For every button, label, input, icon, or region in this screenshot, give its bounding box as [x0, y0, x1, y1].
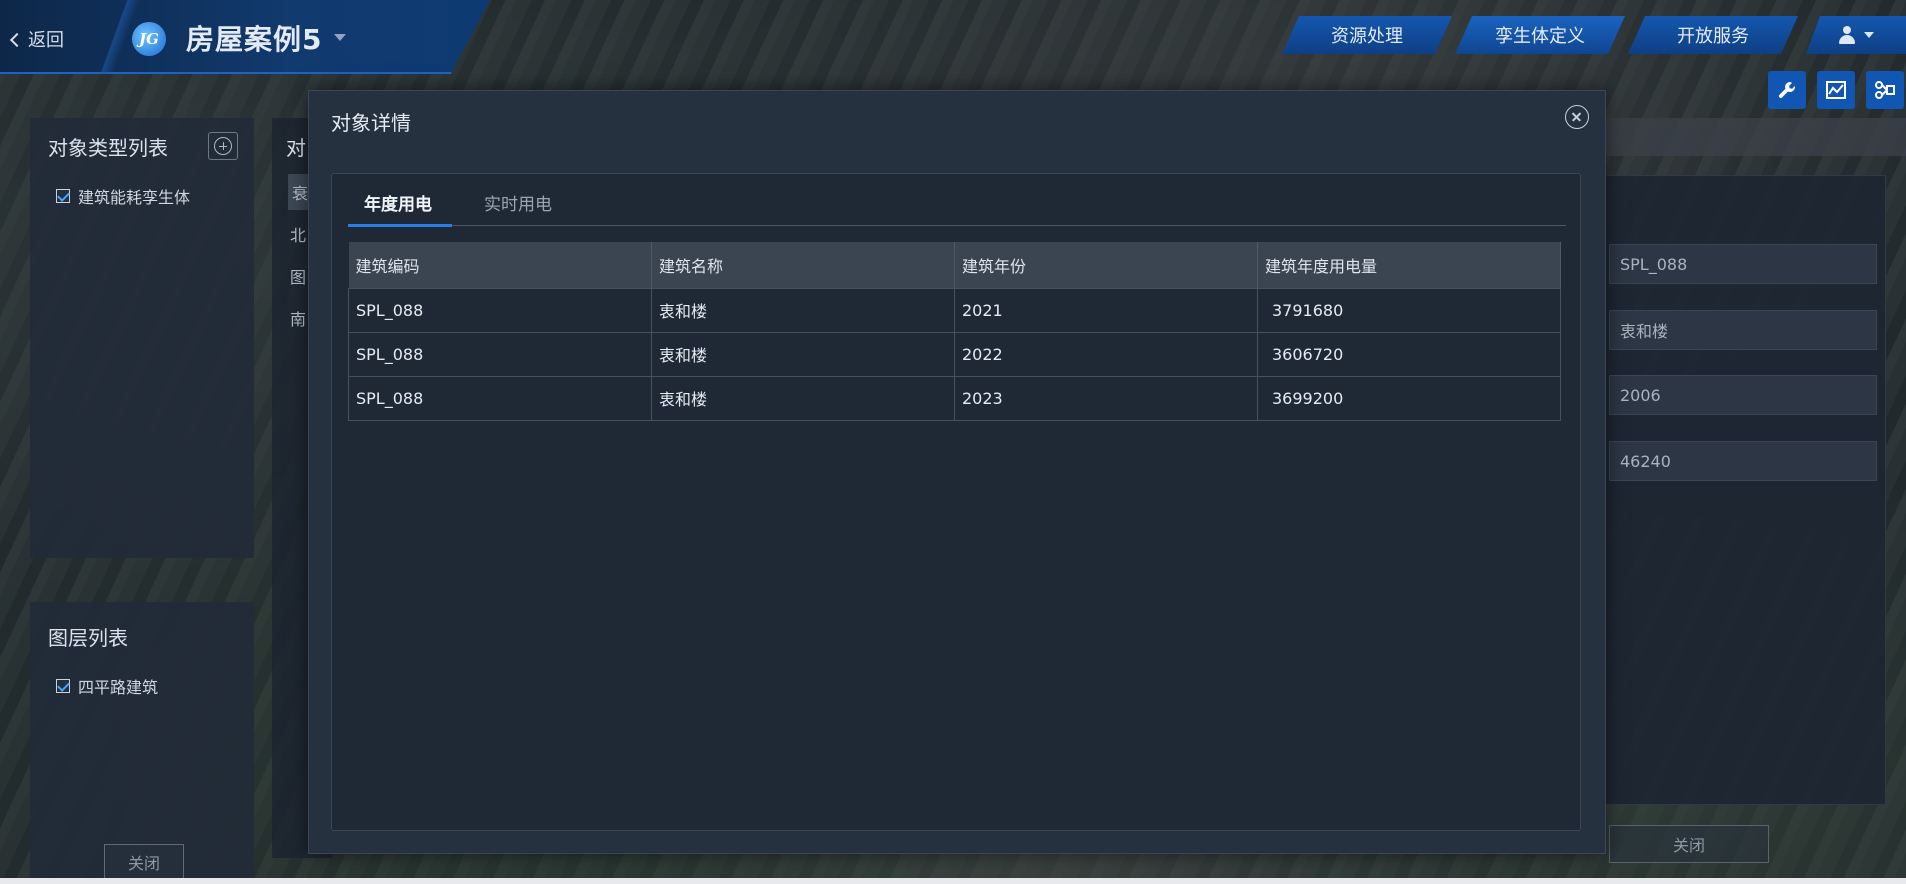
type-item[interactable]: 建筑能耗孪生体	[56, 184, 190, 208]
chevron-left-icon	[9, 32, 25, 47]
wrench-icon	[1778, 82, 1795, 98]
layer-item[interactable]: 四平路建筑	[56, 674, 158, 698]
nav-tab-twin-definition[interactable]: 孪生体定义	[1455, 16, 1625, 54]
table-cell: SPL_088	[348, 287, 652, 333]
table-row[interactable]: SPL_088 衷和楼 2023 3699200	[348, 375, 1561, 421]
back-label: 返回	[28, 30, 64, 51]
column-header: 建筑名称	[651, 242, 955, 288]
table-cell: 2023	[954, 375, 1258, 421]
list-item[interactable]: 图	[290, 264, 306, 288]
app-title[interactable]: 房屋案例5	[186, 18, 322, 58]
attribute-field[interactable]: 2006	[1609, 375, 1877, 415]
column-header: 建筑编码	[348, 242, 652, 288]
modal-content: 年度用电 实时用电 建筑编码 建筑名称 建筑年份 建筑年度用电量 SPL_088…	[331, 173, 1581, 831]
chart-button[interactable]	[1817, 71, 1855, 109]
table-cell: 衷和楼	[651, 375, 955, 421]
list-item[interactable]: 北	[290, 222, 306, 246]
chart-icon	[1826, 81, 1846, 99]
tab-bar: 年度用电 实时用电	[348, 174, 1566, 227]
app-logo-icon: JG	[132, 22, 166, 56]
table-header-row: 建筑编码 建筑名称 建筑年份 建筑年度用电量	[348, 242, 1561, 288]
right-header-strip	[1560, 118, 1906, 156]
checkbox-checked[interactable]	[56, 189, 70, 203]
attribute-field[interactable]: 衷和楼	[1609, 310, 1877, 350]
layer-item-label: 四平路建筑	[78, 678, 159, 697]
table-cell: 2021	[954, 287, 1258, 333]
column-header: 建筑年度用电量	[1257, 242, 1561, 288]
left-close-button[interactable]: 关闭	[104, 844, 184, 880]
attribute-field[interactable]: SPL_088	[1609, 244, 1877, 284]
bottom-strip	[0, 878, 1906, 884]
add-type-button[interactable]	[208, 132, 238, 160]
top-bar: 返回 JG 房屋案例5 资源处理 孪生体定义 开放服务	[0, 0, 1906, 74]
user-icon	[1838, 26, 1856, 44]
flow-icon	[1875, 81, 1895, 99]
object-type-panel: 对象类型列表 建筑能耗孪生体	[30, 118, 254, 558]
tab-annual-electricity[interactable]: 年度用电	[348, 190, 452, 227]
right-close-button[interactable]: 关闭	[1609, 825, 1769, 863]
user-menu[interactable]	[1806, 16, 1906, 54]
object-detail-modal: 对象详情 年度用电 实时用电 建筑编码 建筑名称 建筑年份 建筑年度用电量 SP…	[308, 90, 1606, 854]
table-cell: 2022	[954, 331, 1258, 377]
panel-title: 图层列表	[48, 626, 128, 650]
wrench-button[interactable]	[1768, 71, 1806, 109]
table-cell: 3791680	[1257, 287, 1561, 333]
panel-title: 对象类型列表	[48, 136, 168, 160]
tab-realtime-electricity[interactable]: 实时用电	[484, 190, 552, 226]
attribute-field[interactable]: 46240	[1609, 441, 1877, 481]
list-item[interactable]: 南	[290, 306, 306, 330]
column-header: 建筑年份	[954, 242, 1258, 288]
table-cell: SPL_088	[348, 331, 652, 377]
table-row[interactable]: SPL_088 衷和楼 2021 3791680	[348, 287, 1561, 333]
back-button[interactable]: 返回	[9, 24, 64, 54]
table-cell: SPL_088	[348, 375, 652, 421]
table-cell: 衷和楼	[651, 331, 955, 377]
nav-tab-resource[interactable]: 资源处理	[1282, 16, 1452, 54]
attribute-panel: SPL_088 衷和楼 2006 46240	[1580, 175, 1886, 805]
modal-title: 对象详情	[331, 111, 411, 135]
caret-down-icon	[1864, 32, 1874, 38]
table-cell: 3606720	[1257, 331, 1561, 377]
table-row[interactable]: SPL_088 衷和楼 2022 3606720	[348, 331, 1561, 377]
table-cell: 衷和楼	[651, 287, 955, 333]
type-item-label: 建筑能耗孪生体	[78, 188, 191, 207]
close-icon[interactable]	[1565, 105, 1589, 129]
table-cell: 3699200	[1257, 375, 1561, 421]
checkbox-checked[interactable]	[56, 679, 70, 693]
nav-tab-open-service[interactable]: 开放服务	[1628, 16, 1798, 54]
panel-title: 对	[286, 136, 306, 160]
electricity-table: 建筑编码 建筑名称 建筑年份 建筑年度用电量 SPL_088 衷和楼 2021 …	[348, 242, 1561, 421]
layer-list-panel: 图层列表 四平路建筑	[30, 602, 254, 878]
caret-down-icon[interactable]	[334, 34, 346, 41]
flow-button[interactable]	[1866, 71, 1904, 109]
plus-circle-icon	[214, 137, 232, 155]
